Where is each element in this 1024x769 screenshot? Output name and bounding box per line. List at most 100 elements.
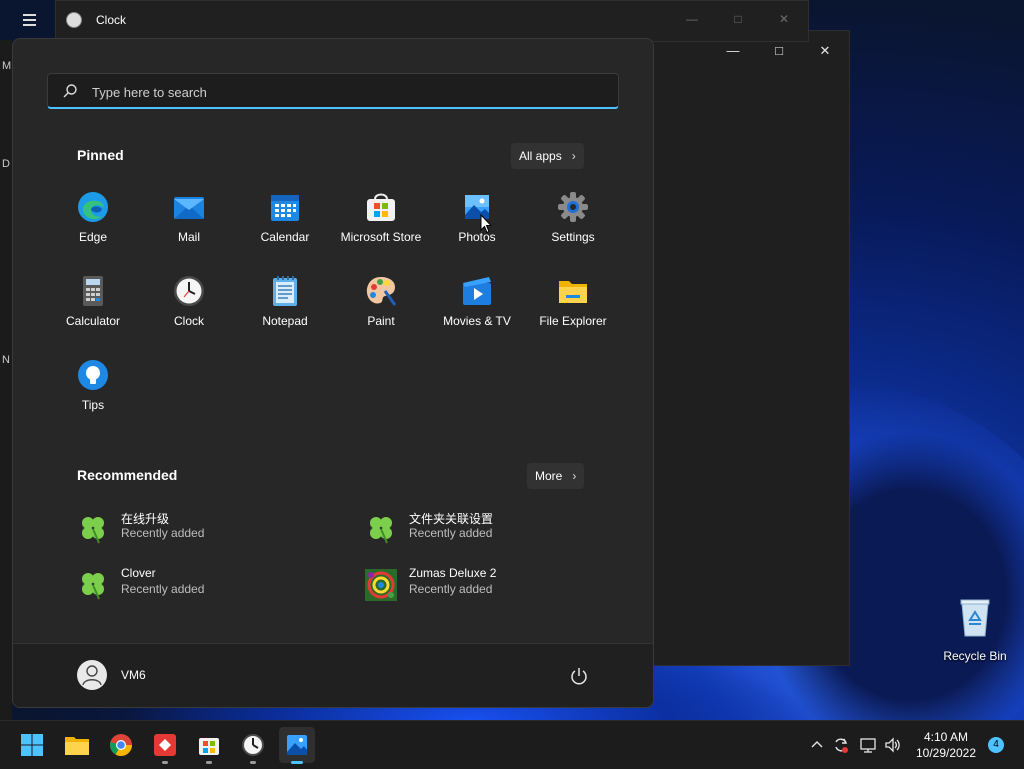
taskbar-photos[interactable] <box>279 727 315 764</box>
pinned-app-edge[interactable]: Edge <box>45 191 141 255</box>
pinned-app-file-explorer[interactable]: File Explorer <box>525 275 621 339</box>
red-app-icon <box>154 734 176 756</box>
start-menu-footer: VM6 <box>13 643 653 707</box>
pinned-app-calculator[interactable]: Calculator <box>45 275 141 339</box>
search-icon <box>63 84 77 98</box>
search-input[interactable] <box>90 80 594 104</box>
recommended-item[interactable]: Zumas Deluxe 2 Recently added <box>365 565 605 605</box>
taskbar-datetime[interactable]: 4:10 AM 10/29/2022 <box>906 729 986 761</box>
recommended-item-sub: Recently added <box>121 582 205 596</box>
folder-icon <box>65 737 89 755</box>
sync-icon[interactable] <box>832 736 850 754</box>
paint-palette-icon <box>366 277 397 306</box>
all-apps-button[interactable]: All apps › <box>511 143 584 169</box>
taskbar-microsoft-store[interactable] <box>191 727 227 764</box>
recommended-item-name: Clover <box>121 566 156 580</box>
minimize-button[interactable]: — <box>678 9 706 29</box>
pinned-app-mail[interactable]: Mail <box>141 191 237 255</box>
maximize-button[interactable]: □ <box>767 41 791 61</box>
window-title: Clock <box>96 13 127 27</box>
recommended-title: Recommended <box>77 467 178 483</box>
power-icon[interactable] <box>569 666 589 686</box>
pinned-title: Pinned <box>77 147 124 163</box>
calendar-icon <box>271 195 299 221</box>
user-name[interactable]: VM6 <box>121 668 146 682</box>
app-label: File Explorer <box>539 314 607 328</box>
recommended-item-sub: Recently added <box>409 526 493 540</box>
taskbar-time: 4:10 AM <box>923 730 969 744</box>
recommended-item-name: 在线升级 <box>121 512 170 526</box>
taskbar-red-app[interactable] <box>147 727 183 764</box>
taskbar-date: 10/29/2022 <box>915 746 977 760</box>
folder-icon <box>559 281 587 303</box>
pinned-app-movies-tv[interactable]: Movies & TV <box>429 275 525 339</box>
pinned-app-paint[interactable]: Paint <box>333 275 429 339</box>
app-label: Tips <box>81 398 105 412</box>
chrome-icon <box>110 734 132 756</box>
photos-icon <box>287 735 307 755</box>
app-label: Edge <box>78 230 108 244</box>
taskbar-file-explorer[interactable] <box>59 727 95 763</box>
sidebar-letter: N <box>2 354 10 366</box>
taskbar-clock[interactable] <box>235 727 271 764</box>
clock-app-icon <box>66 12 82 28</box>
recommended-item[interactable]: 在线升级 Recently added <box>77 509 317 549</box>
recommended-item-name: Zumas Deluxe 2 <box>409 566 497 580</box>
recycle-bin-desktop-icon[interactable]: Recycle Bin <box>940 596 1010 663</box>
pinned-app-settings[interactable]: Settings <box>525 191 621 255</box>
user-avatar[interactable] <box>77 660 107 690</box>
chevron-up-icon[interactable] <box>808 736 826 754</box>
app-label: Calculator <box>65 314 121 328</box>
app-label: Paint <box>367 314 395 328</box>
pinned-app-photos[interactable]: Photos <box>429 191 525 255</box>
edge-icon <box>78 192 108 222</box>
sidebar-letter: M <box>2 60 12 72</box>
recycle-bin-label: Recycle Bin <box>943 649 1007 663</box>
notepad-icon <box>273 276 297 306</box>
all-apps-label: All apps <box>519 149 562 163</box>
gear-icon <box>558 192 588 222</box>
sidebar-letter: D <box>2 158 10 170</box>
chevron-right-icon: › <box>571 149 576 163</box>
app-label: Notepad <box>262 314 308 328</box>
calculator-icon <box>83 276 103 306</box>
recommended-item[interactable]: 文件夹关联设置 Recently added <box>365 509 605 549</box>
clover-icon <box>82 517 104 544</box>
recommended-item-sub: Recently added <box>121 526 205 540</box>
mouse-cursor-icon <box>480 214 492 234</box>
close-button[interactable]: ✕ <box>770 9 798 29</box>
app-label: Settings <box>551 230 595 244</box>
pinned-app-tips[interactable]: Tips <box>45 359 141 423</box>
more-label: More <box>535 469 563 483</box>
close-button[interactable]: ✕ <box>813 41 837 61</box>
pinned-app-clock[interactable]: Clock <box>141 275 237 339</box>
mail-icon <box>174 197 204 219</box>
minimize-button[interactable]: — <box>721 41 745 61</box>
clock-window-sidebar: M D N <box>0 40 12 720</box>
windows-logo-icon <box>21 734 43 756</box>
recommended-item-sub: Recently added <box>409 582 493 596</box>
network-icon[interactable] <box>859 736 877 754</box>
lightbulb-icon <box>78 360 108 390</box>
maximize-button[interactable]: □ <box>724 9 752 29</box>
app-label: Movies & TV <box>443 314 511 328</box>
taskbar-chrome[interactable] <box>103 727 139 763</box>
more-button[interactable]: More › <box>527 463 585 489</box>
start-button[interactable] <box>14 727 50 763</box>
hamburger-menu-icon[interactable] <box>20 12 42 28</box>
clover-icon <box>370 517 392 544</box>
app-label: Photos <box>458 230 496 244</box>
volume-icon[interactable] <box>884 736 902 754</box>
pinned-app-calendar[interactable]: Calendar <box>237 191 333 255</box>
notification-badge[interactable]: 4 <box>988 737 1004 753</box>
store-icon <box>367 193 395 221</box>
clock-icon <box>242 734 264 756</box>
search-box[interactable] <box>47 73 619 109</box>
recommended-item[interactable]: Clover Recently added <box>77 565 317 605</box>
zuma-game-icon <box>365 569 397 601</box>
recommended-item-name: 文件夹关联设置 <box>409 512 494 526</box>
pinned-app-notepad[interactable]: Notepad <box>237 275 333 339</box>
movies-icon <box>463 277 491 305</box>
pinned-app-microsoft-store[interactable]: Microsoft Store <box>333 191 429 255</box>
recycle-bin-icon <box>960 599 990 637</box>
